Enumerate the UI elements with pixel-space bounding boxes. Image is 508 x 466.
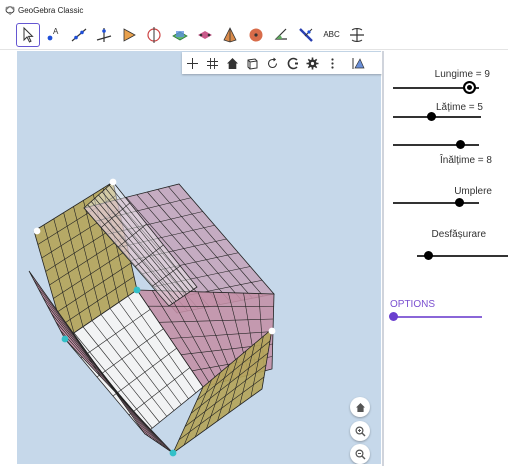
slider-umplere-label: Umplere: [454, 186, 492, 197]
vertex-left[interactable]: [33, 227, 41, 235]
zoom-out-icon: [354, 448, 365, 459]
standard-view-button[interactable]: [224, 54, 241, 72]
home-icon: [227, 57, 238, 69]
reflect-tool-button[interactable]: [294, 23, 318, 47]
rotate-icon: [267, 57, 278, 68]
plane-tool-button[interactable]: [168, 23, 192, 47]
axes-icon: [187, 57, 198, 69]
zoom-in-button[interactable]: [350, 421, 370, 441]
angle-tool-button[interactable]: [269, 23, 293, 47]
solid-tool-button[interactable]: [193, 23, 217, 47]
algebra-panel: Lungime = 9 Lățime = 5 Înălțime = 8 Umpl…: [382, 51, 508, 466]
geogebra-logo-icon: [5, 6, 15, 15]
grid-icon: [207, 57, 218, 69]
rotate-view-tool-button[interactable]: [345, 23, 369, 47]
graphics-3d-view[interactable]: [17, 51, 381, 464]
slider-lungime-knob[interactable]: [463, 81, 476, 94]
vertex-bottom-left[interactable]: [61, 335, 69, 343]
pyramid-icon: [223, 26, 237, 42]
rotate-view-icon: [349, 27, 364, 42]
toggle-style-bar-button[interactable]: [350, 54, 367, 72]
triangle-icon: [123, 27, 137, 42]
slider-desfasurare-label: Desfășurare: [431, 229, 486, 240]
vertex-top-left[interactable]: [109, 178, 117, 186]
title-bar: GeoGebra Classic: [0, 0, 508, 20]
more-icon: [331, 57, 334, 69]
geogebra-window: GeoGebra Classic A ABC Lungime = 9 Lățim…: [0, 0, 508, 466]
perpendicular-icon: [96, 27, 112, 42]
slider-inaltime-track[interactable]: [393, 144, 479, 146]
angle-icon: [274, 28, 287, 40]
zoom-out-button[interactable]: [350, 444, 370, 464]
options-label: OPTIONS: [390, 299, 436, 310]
slider-inaltime-label: Înălțime = 8: [440, 155, 492, 166]
arrow-cursor-icon: [23, 26, 34, 43]
text-tool-button[interactable]: ABC: [320, 23, 344, 47]
toggle-icon: [352, 57, 365, 69]
graphics-style-bar: [182, 52, 382, 74]
slider-latime-label: Lățime = 5: [436, 102, 483, 113]
net-icon: [198, 30, 213, 39]
clipping-icon: [247, 57, 258, 70]
more-button[interactable]: [324, 54, 341, 72]
window-title: GeoGebra Classic: [18, 5, 84, 15]
slider-umplere-track[interactable]: [393, 202, 479, 204]
vertex-right[interactable]: [268, 327, 276, 335]
toggle-axes-button[interactable]: [184, 54, 201, 72]
reflect-icon: [299, 27, 314, 42]
slider-umplere-knob[interactable]: [455, 198, 464, 207]
pyramid-tool-button[interactable]: [218, 23, 242, 47]
unfolded-prism-net: [28, 178, 276, 457]
rotate-view-button[interactable]: [264, 54, 281, 72]
slider-latime-track[interactable]: [393, 116, 481, 118]
vertex-mid[interactable]: [133, 286, 141, 294]
circle-axis-icon: [147, 26, 162, 43]
projection-icon: [287, 57, 298, 69]
slider-lungime-label: Lungime = 9: [434, 69, 490, 80]
move-tool-button[interactable]: [16, 22, 40, 47]
sphere-icon: [249, 28, 263, 41]
vertex-bottom[interactable]: [169, 449, 177, 457]
svg-text:A: A: [53, 27, 59, 36]
clipping-button[interactable]: [244, 54, 261, 72]
settings-button[interactable]: [304, 54, 321, 72]
slider-latime-knob[interactable]: [427, 112, 436, 121]
projection-button[interactable]: [284, 54, 301, 72]
home-view-button[interactable]: [350, 397, 370, 417]
plane-icon: [171, 30, 188, 40]
toggle-grid-button[interactable]: [204, 54, 221, 72]
slider-desfasurare-knob[interactable]: [424, 251, 433, 260]
slider-inaltime-knob[interactable]: [456, 140, 465, 149]
zoom-in-icon: [354, 425, 365, 436]
point-tool-button[interactable]: A: [41, 23, 65, 47]
point-icon: A: [47, 27, 59, 40]
text-tool-label: ABC: [323, 30, 340, 39]
circle-axis-tool-button[interactable]: [142, 23, 166, 47]
settings-icon: [306, 57, 319, 69]
toolbar: A ABC: [0, 20, 508, 50]
intersect-tool-button[interactable]: [117, 23, 141, 47]
perpendicular-tool-button[interactable]: [92, 23, 116, 47]
line-icon: [71, 28, 86, 41]
line-tool-button[interactable]: [67, 23, 91, 47]
options-knob[interactable]: [389, 312, 398, 321]
sphere-tool-button[interactable]: [244, 23, 268, 47]
options-track[interactable]: [394, 316, 482, 318]
home-icon: [355, 402, 365, 412]
